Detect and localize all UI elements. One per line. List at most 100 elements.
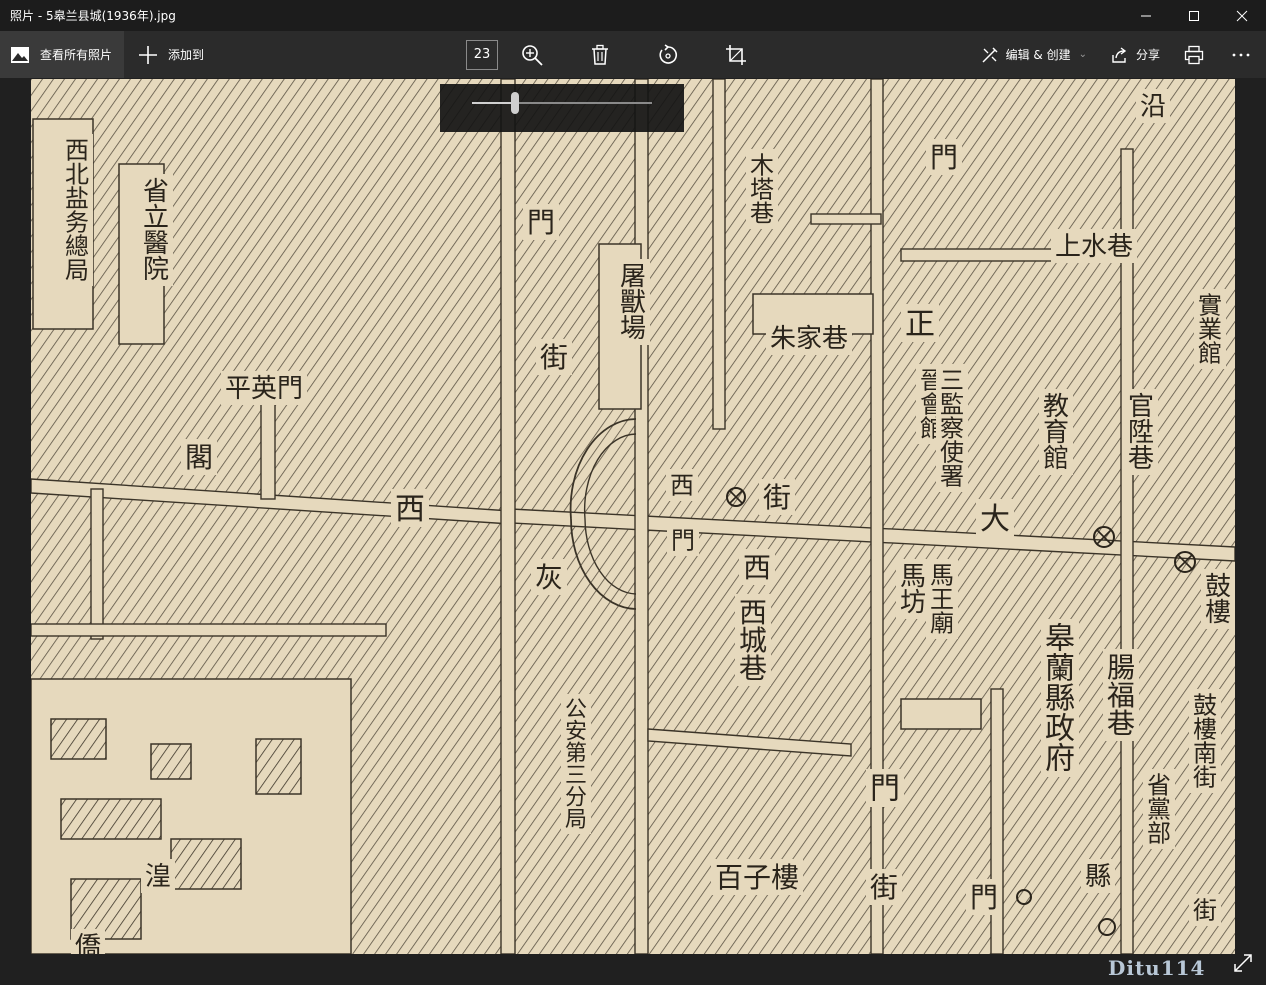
map-label: 屠獸場 xyxy=(616,259,650,345)
rotate-button[interactable] xyxy=(634,31,702,78)
map-label-text: 馬王廟 xyxy=(930,561,954,637)
map-label-text: 皋蘭縣政府 xyxy=(1045,622,1075,777)
map-label-text: 公安第三分局 xyxy=(565,698,587,833)
zoom-slider-fill xyxy=(472,102,516,104)
more-button[interactable] xyxy=(1216,31,1266,78)
map-label: 朱家巷 xyxy=(766,321,852,355)
view-all-label: 查看所有照片 xyxy=(40,48,113,62)
map-label-text: 街 xyxy=(540,341,568,374)
map-label-text: 街 xyxy=(1193,896,1217,924)
map-label-text: 省立醫院 xyxy=(143,177,169,285)
view-all-photos-button[interactable]: 查看所有照片 xyxy=(0,31,125,78)
map-label: 三監察使署 xyxy=(936,364,968,492)
map-label-text: 門 xyxy=(970,881,998,914)
photo-viewer[interactable]: 西北盐务總局 省立醫院 平英門閣西門街屠獸場 木塔巷門上水巷 朱家巷正晉會館 三監察使署教… xyxy=(0,78,1266,985)
zoom-slider-popup xyxy=(440,84,684,132)
map-label: 灰 xyxy=(531,559,567,595)
print-icon xyxy=(1184,45,1204,64)
map-label: 馬王廟 xyxy=(926,559,958,639)
crop-icon xyxy=(726,44,746,65)
map-label: 鼓樓南街 xyxy=(1189,689,1221,793)
expand-icon xyxy=(1234,954,1252,972)
map-label: 木塔巷 xyxy=(746,149,778,229)
map-label: 門 xyxy=(866,769,904,807)
map-label-text: 上水巷 xyxy=(1055,232,1133,262)
map-label-text: 實業館 xyxy=(1198,291,1222,367)
trash-icon xyxy=(592,44,608,65)
map-label: 省立醫院 xyxy=(139,174,173,286)
close-button[interactable] xyxy=(1218,0,1266,31)
fullscreen-button[interactable] xyxy=(1232,952,1254,974)
map-label-text: 灰 xyxy=(535,561,563,594)
app-toolbar: 查看所有照片 添加到 23 编辑 & 创建 ⌄ 分享 xyxy=(0,31,1266,78)
map-label: 閣 xyxy=(181,439,217,475)
rotate-icon xyxy=(659,43,678,64)
map-label: 門 xyxy=(966,879,1002,915)
map-label-text: 湟 xyxy=(145,862,171,892)
map-photo[interactable]: 西北盐务總局 省立醫院 平英門閣西門街屠獸場 木塔巷門上水巷 朱家巷正晉會館 三監察使署教… xyxy=(31,79,1235,954)
map-label: 西城巷 xyxy=(735,594,771,686)
map-label: 街 xyxy=(759,479,795,515)
map-label-text: 鼓樓南街 xyxy=(1193,691,1217,791)
map-label-text: 腸福巷 xyxy=(1107,651,1135,740)
map-label-text: 平英門 xyxy=(225,374,303,404)
map-label: 實業館 xyxy=(1194,289,1226,369)
map-label-text: 木塔巷 xyxy=(750,151,774,227)
map-label: 教育館 xyxy=(1039,389,1073,475)
map-label: 鼓樓 xyxy=(1201,569,1235,629)
map-label: 街 xyxy=(1189,894,1221,926)
edit-create-label: 编辑 & 创建 xyxy=(1005,48,1071,62)
map-label: 省黨部 xyxy=(1143,769,1175,849)
zoom-level-box[interactable]: 23 xyxy=(466,39,498,70)
more-icon xyxy=(1232,53,1250,56)
map-label: 街 xyxy=(536,339,572,375)
window-title: 照片 - 5皋兰县城(1936年).jpg xyxy=(10,9,176,23)
map-label-text: 教育館 xyxy=(1043,392,1069,474)
map-label-text: 門 xyxy=(527,206,555,239)
minimize-button[interactable] xyxy=(1122,0,1170,31)
map-label-text: 西 xyxy=(743,551,771,584)
watermark: Ditu114 xyxy=(1108,956,1206,980)
map-label-text: 朱家巷 xyxy=(770,324,848,354)
map-label: 街 xyxy=(866,869,902,905)
maximize-icon xyxy=(1189,10,1199,21)
map-label-text: 門 xyxy=(930,141,958,174)
map-label-text: 閣 xyxy=(185,441,213,474)
maximize-button[interactable] xyxy=(1170,0,1218,31)
map-label-text: 百子樓 xyxy=(715,861,799,894)
map-label: 沿 xyxy=(1136,89,1170,123)
map-label: 平英門 xyxy=(221,371,307,405)
zoom-in-button[interactable] xyxy=(498,31,566,78)
map-label: 腸福巷 xyxy=(1103,649,1139,741)
plus-icon xyxy=(139,45,158,64)
map-label-text: 官陞巷 xyxy=(1128,392,1154,474)
add-to-button[interactable]: 添加到 xyxy=(124,31,218,78)
zoom-in-icon xyxy=(522,44,543,66)
map-label-text: 沿 xyxy=(1140,92,1166,122)
map-label: 西北盐务總局 xyxy=(61,134,93,286)
print-button[interactable] xyxy=(1172,31,1216,78)
map-label: 西 xyxy=(391,489,429,527)
share-label: 分享 xyxy=(1135,48,1160,62)
map-label: 馬坊 xyxy=(896,559,930,619)
map-label-text: 街 xyxy=(870,871,898,904)
map-label-text: 門 xyxy=(671,526,695,554)
map-label-text: 西 xyxy=(670,471,694,499)
map-label-text: 三監察使署 xyxy=(940,366,964,490)
map-label-text: 屠獸場 xyxy=(620,262,646,344)
map-label: 百子樓 xyxy=(711,859,803,895)
delete-button[interactable] xyxy=(566,31,634,78)
map-label: 湟 xyxy=(141,859,175,893)
map-label: 門 xyxy=(523,204,559,240)
map-label-text: 省黨部 xyxy=(1147,771,1171,847)
window-controls xyxy=(1122,0,1266,31)
zoom-slider-thumb[interactable] xyxy=(511,92,520,114)
minimize-icon xyxy=(1141,15,1151,16)
map-label-text: 西城巷 xyxy=(739,596,767,685)
map-label: 上水巷 xyxy=(1051,229,1137,263)
map-label: 西 xyxy=(666,469,698,501)
edit-create-button[interactable]: 编辑 & 创建 ⌄ xyxy=(969,31,1099,78)
map-label: 門 xyxy=(667,524,699,556)
crop-button[interactable] xyxy=(702,31,770,78)
share-button[interactable]: 分享 xyxy=(1099,31,1172,78)
